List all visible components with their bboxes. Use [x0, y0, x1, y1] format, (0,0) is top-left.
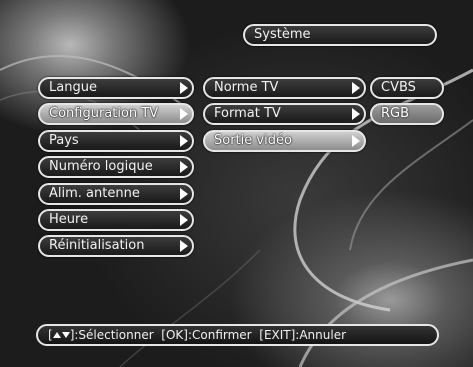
menu-item-langue[interactable]: Langue: [38, 77, 194, 99]
menu-item-label: Langue: [49, 80, 97, 95]
help-select: ]:Sélectionner: [69, 328, 154, 342]
menu-item-configuration-tv[interactable]: Configuration TV: [38, 103, 194, 125]
help-confirm: [OK]:Confirmer: [161, 328, 252, 342]
chevron-right-icon: [180, 135, 188, 147]
menu-item-label: Réinitialisation: [49, 238, 145, 253]
menu-item-label: Heure: [49, 212, 89, 227]
tv-menu-screen: Système Langue Configuration TV Pays Num…: [0, 0, 473, 367]
help-bar: []:Sélectionner [OK]:Confirmer [EXIT]:An…: [36, 324, 439, 346]
menu-item-reinitialisation[interactable]: Réinitialisation: [38, 235, 194, 257]
menu-item-pays[interactable]: Pays: [38, 130, 194, 152]
menu-item-label: Alim. antenne: [49, 186, 140, 201]
submenu-item-label: Sortie vidéo: [214, 133, 292, 148]
submenu-item-sortie-video[interactable]: Sortie vidéo: [203, 130, 366, 152]
option-label: RGB: [381, 106, 410, 121]
menu-item-alim-antenne[interactable]: Alim. antenne: [38, 183, 194, 205]
menu-item-label: Numéro logique: [49, 159, 153, 174]
chevron-right-icon: [180, 240, 188, 252]
menu-title-text: Système: [254, 27, 311, 42]
chevron-right-icon: [180, 161, 188, 173]
menu-item-label: Pays: [49, 133, 79, 148]
chevron-right-icon: [352, 82, 360, 94]
submenu-item-format-tv[interactable]: Format TV: [203, 103, 366, 125]
chevron-right-icon: [352, 108, 360, 120]
submenu-item-label: Format TV: [214, 106, 281, 121]
submenu-item-label: Norme TV: [214, 80, 279, 95]
submenu-item-norme-tv[interactable]: Norme TV: [203, 77, 366, 99]
chevron-right-icon: [180, 82, 188, 94]
up-arrow-icon: [52, 332, 61, 338]
help-cancel: [EXIT]:Annuler: [259, 328, 347, 342]
chevron-right-icon: [352, 135, 360, 147]
down-arrow-icon: [61, 332, 70, 338]
menu-item-label: Configuration TV: [49, 106, 159, 121]
menu-item-numero-logique[interactable]: Numéro logique: [38, 156, 194, 178]
option-label: CVBS: [381, 80, 416, 95]
menu-title: Système: [243, 24, 437, 46]
option-rgb[interactable]: RGB: [370, 103, 444, 125]
chevron-right-icon: [180, 188, 188, 200]
chevron-right-icon: [180, 214, 188, 226]
menu-item-heure[interactable]: Heure: [38, 209, 194, 231]
option-cvbs[interactable]: CVBS: [370, 77, 444, 99]
chevron-right-icon: [180, 108, 188, 120]
